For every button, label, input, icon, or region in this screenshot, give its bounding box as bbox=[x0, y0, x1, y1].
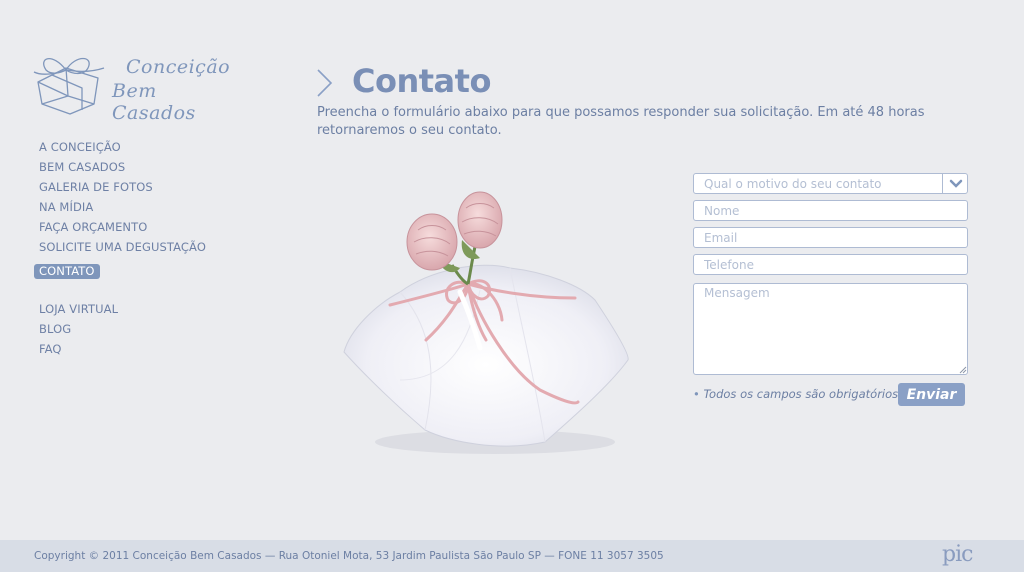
send-button[interactable]: Enviar bbox=[898, 383, 965, 406]
required-fields-text: Todos os campos são obrigatórios bbox=[703, 387, 899, 401]
brand-logo[interactable]: Conceição Bem Casados bbox=[32, 48, 242, 124]
nav-item-solicite-degustacao[interactable]: SOLICITE UMA DEGUSTAÇÃO bbox=[34, 240, 211, 260]
page-title: Contato bbox=[352, 62, 491, 100]
agency-logo[interactable]: pic bbox=[942, 542, 973, 567]
resize-grip-icon[interactable] bbox=[957, 364, 967, 374]
chevron-right-icon bbox=[317, 69, 333, 97]
email-input[interactable] bbox=[693, 227, 968, 248]
name-input[interactable] bbox=[693, 200, 968, 221]
chevron-down-icon bbox=[949, 179, 962, 188]
phone-input[interactable] bbox=[693, 254, 968, 275]
nav-item-faca-orcamento[interactable]: FAÇA ORÇAMENTO bbox=[34, 220, 211, 240]
main-nav: A CONCEIÇÃO BEM CASADOS GALERIA DE FOTOS… bbox=[34, 140, 211, 362]
nav-item-blog[interactable]: BLOG bbox=[34, 322, 211, 342]
gift-logo-icon bbox=[33, 57, 105, 115]
logo-text-line2: Bem Casados bbox=[112, 80, 196, 124]
logo-text-line1: Conceição bbox=[126, 56, 231, 78]
bem-casado-product-image bbox=[343, 191, 629, 454]
nav-item-bem-casados[interactable]: BEM CASADOS bbox=[34, 160, 211, 180]
nav-item-a-conceicao[interactable]: A CONCEIÇÃO bbox=[34, 140, 211, 160]
copyright-text: Copyright © 2011 Conceição Bem Casados —… bbox=[34, 550, 664, 562]
nav-item-faq[interactable]: FAQ bbox=[34, 342, 211, 362]
reason-select[interactable] bbox=[693, 173, 968, 194]
nav-item-contato[interactable]: CONTATO bbox=[34, 264, 100, 279]
nav-item-loja-virtual[interactable]: LOJA VIRTUAL bbox=[34, 302, 211, 322]
bullet-icon: • bbox=[693, 387, 700, 401]
message-textarea[interactable] bbox=[693, 283, 968, 375]
nav-item-galeria-de-fotos[interactable]: GALERIA DE FOTOS bbox=[34, 180, 211, 200]
required-fields-note: • Todos os campos são obrigatórios bbox=[693, 387, 898, 401]
footer: Copyright © 2011 Conceição Bem Casados —… bbox=[0, 540, 1024, 572]
reason-dropdown-button[interactable] bbox=[942, 173, 968, 194]
nav-item-na-midia[interactable]: NA MÍDIA bbox=[34, 200, 211, 220]
intro-text: Preencha o formulário abaixo para que po… bbox=[317, 105, 925, 138]
